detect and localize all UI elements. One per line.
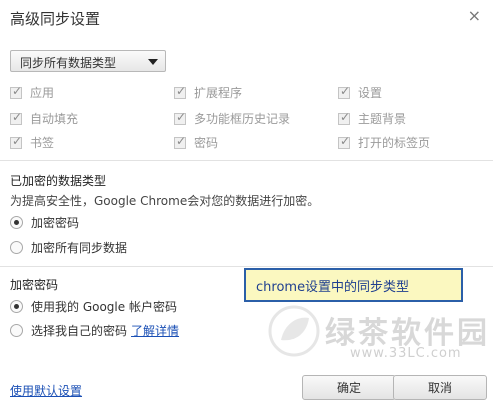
sync-type-select[interactable]: 同步所有数据类型: [10, 50, 166, 72]
radio-choose-own-password[interactable]: 选择我自己的密码 了解详情: [10, 322, 179, 339]
checkbox-label: 应用: [30, 86, 55, 100]
checkbox-open-tabs[interactable]: ✓ 打开的标签页: [338, 134, 430, 151]
checkbox-passwords[interactable]: ✓ 密码: [174, 134, 218, 151]
radio-label: 选择我自己的密码: [31, 324, 128, 338]
checkbox-themes[interactable]: ✓ 主题背景: [338, 110, 406, 127]
radio-unselected-icon: [10, 241, 23, 254]
radio-selected-icon: [10, 216, 23, 229]
checkbox-label: 设置: [358, 86, 383, 100]
checkbox-settings[interactable]: ✓ 设置: [338, 84, 382, 101]
checkbox-icon: ✓: [338, 83, 351, 99]
checkbox-label: 多功能框历史记录: [194, 112, 291, 126]
dialog-title: 高级同步设置: [10, 10, 101, 28]
checkbox-apps[interactable]: ✓ 应用: [10, 84, 54, 101]
sync-type-select-value: 同步所有数据类型: [20, 56, 117, 70]
use-default-settings-link[interactable]: 使用默认设置: [10, 382, 82, 399]
encrypted-types-title: 已加密的数据类型: [10, 174, 107, 188]
close-icon[interactable]: ×: [468, 8, 481, 24]
annotation-callout: chrome设置中的同步类型: [244, 268, 463, 302]
checkbox-icon: ✓: [174, 133, 187, 149]
encryption-description: 为提高安全性，Google Chrome会对您的数据进行加密。: [10, 194, 320, 208]
checkbox-label: 密码: [194, 136, 219, 150]
advanced-sync-dialog: 高级同步设置 × 同步所有数据类型 ✓ 应用 ✓ 扩展程序 ✓ 设置 ✓ 自动填…: [0, 0, 493, 409]
learn-more-link[interactable]: 了解详情: [131, 322, 179, 339]
radio-label: 加密所有同步数据: [31, 241, 128, 255]
checkbox-label: 主题背景: [358, 112, 407, 126]
radio-unselected-icon: [10, 324, 23, 337]
checkbox-label: 扩展程序: [194, 86, 243, 100]
callout-text: chrome设置中的同步类型: [256, 279, 410, 295]
checkbox-icon: ✓: [10, 83, 23, 99]
radio-encrypt-passwords[interactable]: 加密密码: [10, 214, 79, 231]
cancel-button[interactable]: 取消: [393, 375, 487, 400]
passphrase-title: 加密密码: [10, 278, 59, 292]
checkbox-label: 书签: [30, 136, 55, 150]
divider: [0, 160, 493, 161]
checkbox-omnibox-history[interactable]: ✓ 多功能框历史记录: [174, 110, 290, 127]
radio-encrypt-all[interactable]: 加密所有同步数据: [10, 239, 127, 256]
checkbox-label: 自动填充: [30, 112, 79, 126]
checkbox-icon: ✓: [174, 83, 187, 99]
checkbox-icon: ✓: [10, 133, 23, 149]
ok-button[interactable]: 确定: [302, 375, 396, 400]
checkbox-icon: ✓: [10, 109, 23, 125]
checkbox-label: 打开的标签页: [358, 136, 431, 150]
checkbox-autofill[interactable]: ✓ 自动填充: [10, 110, 78, 127]
checkbox-bookmarks[interactable]: ✓ 书签: [10, 134, 54, 151]
watermark-url: www.33LC.com: [350, 346, 462, 361]
radio-use-google-password[interactable]: 使用我的 Google 帐户密码: [10, 298, 177, 315]
leaf-logo-icon: [268, 305, 320, 357]
radio-label: 使用我的 Google 帐户密码: [31, 300, 177, 314]
checkbox-extensions[interactable]: ✓ 扩展程序: [174, 84, 242, 101]
checkbox-icon: ✓: [338, 133, 351, 149]
radio-selected-icon: [10, 300, 23, 313]
checkbox-icon: ✓: [338, 109, 351, 125]
chevron-down-icon: [148, 59, 158, 65]
divider: [0, 266, 493, 267]
radio-label: 加密密码: [31, 216, 80, 230]
checkbox-icon: ✓: [174, 109, 187, 125]
